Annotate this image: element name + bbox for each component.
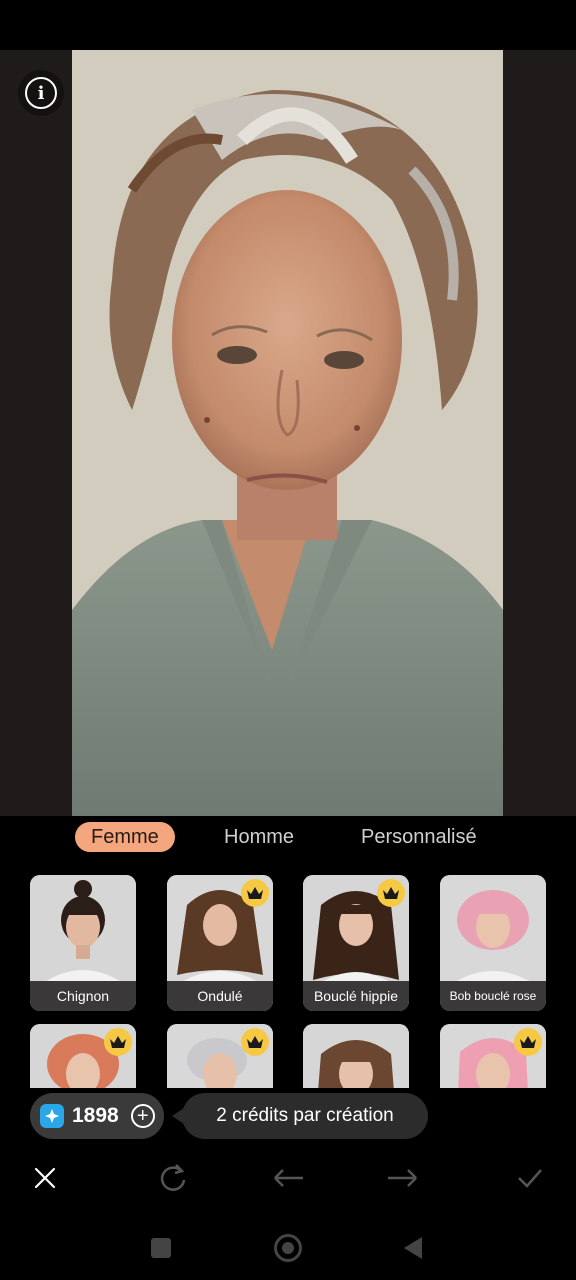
category-tabs: Femme Homme Personnalisé — [0, 816, 576, 858]
style-card-chignon[interactable]: Chignon — [30, 875, 136, 1011]
regenerate-button[interactable] — [155, 1160, 191, 1196]
style-card-row2-4[interactable] — [440, 1024, 546, 1088]
style-card-row2-3[interactable] — [303, 1024, 409, 1088]
gem-icon — [40, 1104, 64, 1128]
photo-editor-canvas: i — [0, 50, 576, 816]
info-icon: i — [25, 77, 57, 109]
credit-count: 1898 — [72, 1104, 119, 1127]
system-navigation-bar — [0, 1216, 576, 1280]
undo-button[interactable] — [270, 1160, 306, 1196]
tab-femme[interactable]: Femme — [75, 822, 175, 852]
premium-crown-icon — [377, 879, 405, 907]
tab-personnalise[interactable]: Personnalisé — [345, 822, 493, 852]
home-button[interactable] — [270, 1230, 306, 1266]
recent-apps-button[interactable] — [143, 1230, 179, 1266]
add-credits-button[interactable]: + — [130, 1104, 155, 1128]
redo-icon — [388, 1169, 417, 1187]
recent-apps-icon — [151, 1238, 171, 1258]
style-thumbnail — [440, 875, 546, 985]
close-button[interactable] — [27, 1160, 63, 1196]
close-icon — [34, 1167, 56, 1189]
style-thumbnail — [303, 1024, 409, 1088]
style-card-row2-2[interactable] — [167, 1024, 273, 1088]
premium-crown-icon — [104, 1028, 132, 1056]
style-label: Bob bouclé rose — [440, 981, 546, 1011]
premium-crown-icon — [241, 1028, 269, 1056]
back-icon — [404, 1237, 422, 1259]
credits-tooltip: 2 crédits par création — [172, 1093, 428, 1139]
credits-pill[interactable]: 1898 + — [30, 1093, 164, 1139]
style-card-bob-boucle-rose[interactable]: Bob bouclé rose — [440, 875, 546, 1011]
style-card-row2-1[interactable] — [30, 1024, 136, 1088]
confirm-icon — [518, 1169, 542, 1188]
hairstyle-grid: Chignon Ondulé Bouclé hippie Bob bouclé … — [0, 858, 576, 1088]
back-button[interactable] — [395, 1230, 431, 1266]
style-label: Bouclé hippie — [303, 981, 409, 1011]
premium-crown-icon — [241, 879, 269, 907]
bottom-toolbar — [0, 1150, 576, 1206]
style-card-ondule[interactable]: Ondulé — [167, 875, 273, 1011]
info-button[interactable]: i — [18, 70, 64, 116]
confirm-button[interactable] — [512, 1160, 548, 1196]
redo-button[interactable] — [385, 1160, 421, 1196]
undo-icon — [274, 1169, 303, 1187]
home-icon — [274, 1234, 302, 1262]
style-label: Chignon — [30, 981, 136, 1011]
regenerate-icon — [160, 1164, 186, 1191]
style-label: Ondulé — [167, 981, 273, 1011]
status-bar — [0, 0, 576, 50]
style-thumbnail — [30, 875, 136, 985]
premium-crown-icon — [514, 1028, 542, 1056]
portrait-photo — [72, 50, 503, 816]
tab-homme[interactable]: Homme — [208, 822, 310, 852]
style-card-boucle-hippie[interactable]: Bouclé hippie — [303, 875, 409, 1011]
